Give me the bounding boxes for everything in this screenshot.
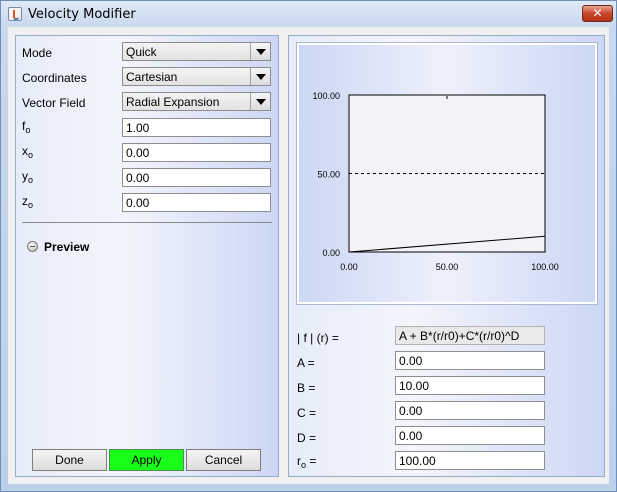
y0-label: yo bbox=[22, 169, 34, 185]
f0-label: fo bbox=[22, 119, 31, 135]
f0-input[interactable] bbox=[122, 118, 271, 137]
y0-input[interactable] bbox=[122, 168, 271, 187]
done-button[interactable]: Done bbox=[32, 449, 107, 471]
b-input[interactable] bbox=[395, 376, 545, 395]
chevron-down-icon[interactable] bbox=[250, 43, 270, 60]
preview-toggle[interactable]: Preview bbox=[44, 240, 89, 254]
vector-field-label: Vector Field bbox=[22, 96, 86, 110]
y-tick-label: 50.00 bbox=[317, 170, 340, 180]
c-label: C = bbox=[297, 406, 317, 420]
y-tick-label: 100.00 bbox=[312, 91, 340, 101]
vector-field-selected-value: Radial Expansion bbox=[126, 95, 220, 109]
c-input[interactable] bbox=[395, 401, 545, 420]
x-tick-label: 50.00 bbox=[436, 262, 459, 272]
x0-label: xo bbox=[22, 144, 34, 160]
b-label: B = bbox=[297, 381, 316, 395]
close-button[interactable]: ✕ bbox=[582, 5, 613, 22]
java-app-icon bbox=[8, 7, 22, 21]
velocity-profile-chart: 0.00 50.00 100.00 0.00 50.00 100.00 bbox=[312, 91, 559, 272]
mode-dropdown[interactable]: Quick bbox=[122, 42, 271, 61]
cancel-button[interactable]: Cancel bbox=[186, 449, 261, 471]
chevron-down-icon[interactable] bbox=[250, 93, 270, 110]
coordinates-selected-value: Cartesian bbox=[126, 70, 178, 84]
d-input[interactable] bbox=[395, 426, 545, 445]
chevron-down-icon[interactable] bbox=[250, 68, 270, 85]
x0-input[interactable] bbox=[122, 143, 271, 162]
r0-input[interactable] bbox=[395, 451, 545, 470]
apply-button[interactable]: Apply bbox=[109, 449, 184, 471]
formula-expression: A + B*(r/r0)+C*(r/r0)^D bbox=[395, 326, 545, 345]
coordinates-label: Coordinates bbox=[22, 71, 87, 85]
x-tick-label: 100.00 bbox=[531, 262, 559, 272]
window-title: Velocity Modifier bbox=[28, 7, 136, 22]
mode-selected-value: Quick bbox=[126, 45, 157, 59]
y-tick-label: 0.00 bbox=[322, 248, 340, 258]
separator bbox=[22, 222, 272, 223]
vector-field-dropdown[interactable]: Radial Expansion bbox=[122, 92, 271, 111]
z0-input[interactable] bbox=[122, 193, 271, 212]
formula-lhs-label: | f | (r) = bbox=[297, 331, 339, 345]
title-bar[interactable]: Velocity Modifier ✕ bbox=[1, 1, 616, 28]
r0-label: ro = bbox=[297, 454, 317, 470]
coordinates-dropdown[interactable]: Cartesian bbox=[122, 67, 271, 86]
z0-label: zo bbox=[22, 194, 34, 210]
x-tick-label: 0.00 bbox=[340, 262, 358, 272]
d-label: D = bbox=[297, 431, 317, 445]
a-input[interactable] bbox=[395, 351, 545, 370]
a-label: A = bbox=[297, 356, 315, 370]
collapse-icon[interactable] bbox=[27, 241, 38, 252]
mode-label: Mode bbox=[22, 46, 53, 60]
